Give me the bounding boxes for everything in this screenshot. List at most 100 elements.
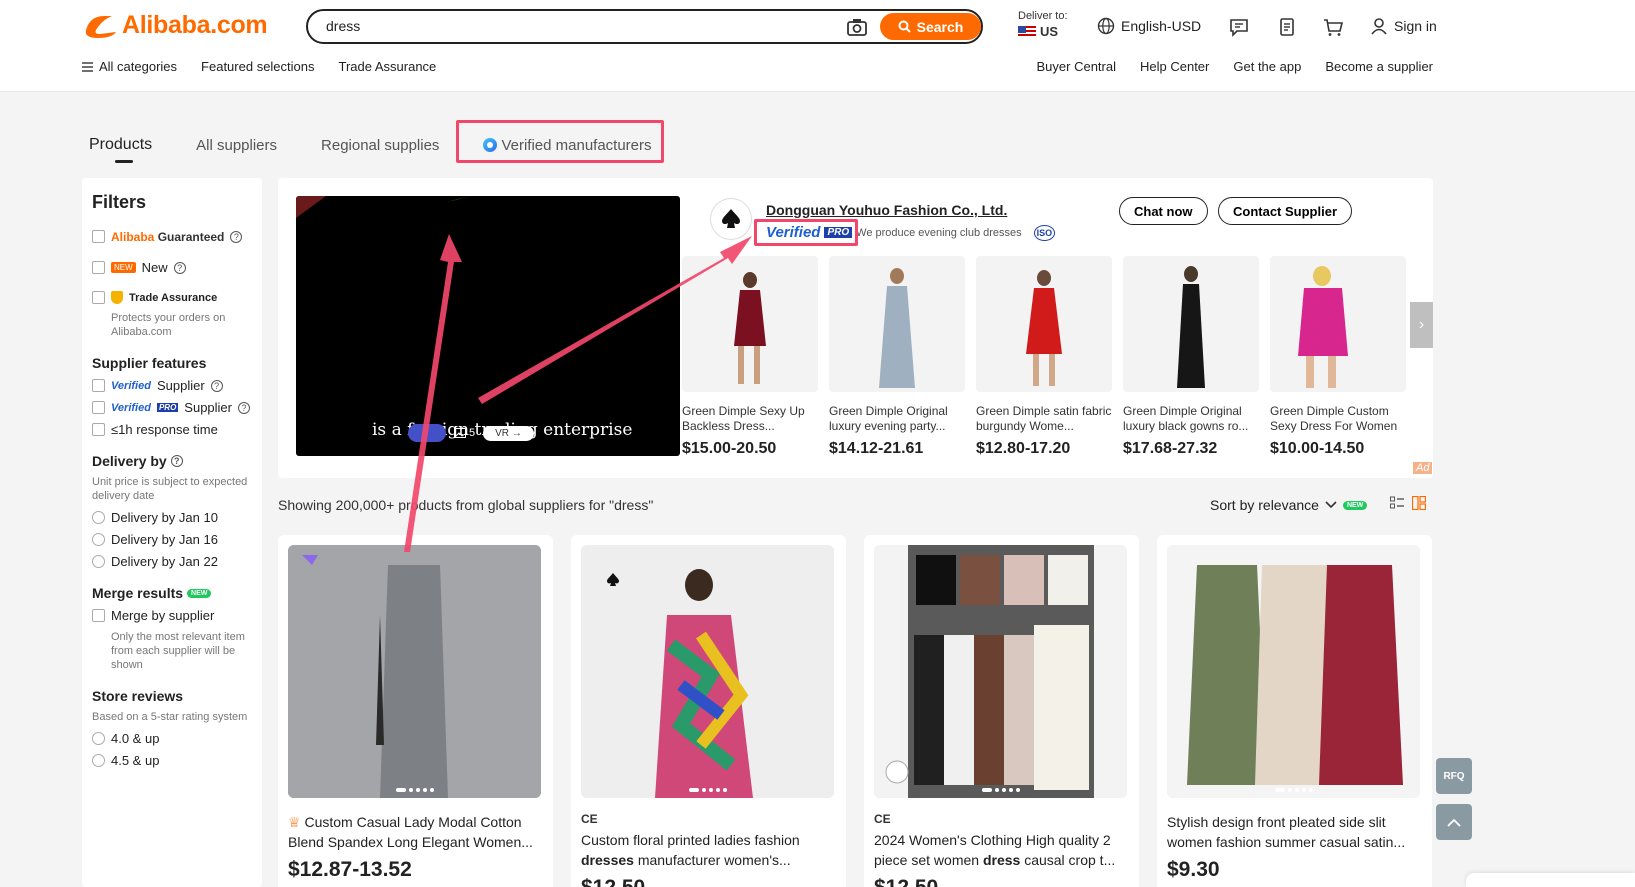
checkbox[interactable] xyxy=(92,423,105,436)
rfq-button[interactable]: RFQ xyxy=(1436,758,1472,794)
sign-in-link[interactable]: Sign in xyxy=(1370,17,1437,35)
search-button[interactable]: Search xyxy=(880,13,981,40)
radio[interactable] xyxy=(92,533,105,546)
delivery-option[interactable]: Delivery by Jan 10 xyxy=(92,510,252,525)
product-title-text: Custom Casual Lady Modal Cotton Blend Sp… xyxy=(288,814,533,850)
help-icon[interactable]: ? xyxy=(170,455,183,467)
video-frame-graphic xyxy=(296,196,471,218)
become-supplier-link[interactable]: Become a supplier xyxy=(1325,59,1433,74)
contact-supplier-button[interactable]: Contact Supplier xyxy=(1218,197,1353,225)
image-count[interactable]: 5 xyxy=(454,427,475,439)
help-center-link[interactable]: Help Center xyxy=(1140,59,1209,74)
supplier-product[interactable]: Green Dimple Sexy Up Backless Dress... $… xyxy=(682,256,818,458)
orders-icon[interactable] xyxy=(1276,16,1298,38)
filter-response-time[interactable]: ≤1h response time xyxy=(92,422,252,437)
product-image[interactable] xyxy=(1167,545,1420,798)
list-view-icon[interactable] xyxy=(1390,496,1404,510)
product-image[interactable] xyxy=(682,256,818,392)
filter-merge-by-supplier[interactable]: Merge by supplier xyxy=(92,608,252,623)
product-card[interactable]: Stylish design front pleated side slit w… xyxy=(1157,535,1432,887)
product-title-text: causal crop t... xyxy=(1020,852,1116,868)
delivery-option[interactable]: Delivery by Jan 16 xyxy=(92,532,252,547)
chat-now-button[interactable]: Chat now xyxy=(1119,197,1208,225)
filter-alibaba-guaranteed[interactable]: Alibaba Guaranteed ? xyxy=(92,229,252,244)
radio[interactable] xyxy=(92,754,105,767)
clothing-set-image-graphic xyxy=(874,545,1127,798)
language-selector[interactable]: English-USD xyxy=(1097,17,1201,35)
camera-icon[interactable] xyxy=(846,17,868,37)
product-title[interactable]: Green Dimple satin fabric burgundy Wome.… xyxy=(976,404,1112,434)
product-title[interactable]: Green Dimple Original luxury black gowns… xyxy=(1123,404,1259,434)
product-title[interactable]: Green Dimple Custom Sexy Dress For Women xyxy=(1270,404,1406,434)
checkbox[interactable] xyxy=(92,609,105,622)
supplier-logo[interactable] xyxy=(710,198,752,240)
product-image[interactable] xyxy=(288,545,541,798)
product-image[interactable] xyxy=(581,545,834,798)
dress-image-graphic xyxy=(581,545,834,798)
product-card[interactable]: CE Custom floral printed ladies fashion … xyxy=(571,535,846,887)
tab-all-suppliers[interactable]: All suppliers xyxy=(196,137,277,154)
all-categories-link[interactable]: All categories xyxy=(82,59,177,74)
search-input[interactable] xyxy=(326,18,826,34)
filter-new[interactable]: NEW New ? xyxy=(92,260,252,275)
checkbox[interactable] xyxy=(92,230,105,243)
tab-regional-supplies[interactable]: Regional supplies xyxy=(321,137,439,154)
supplier-product[interactable]: Green Dimple satin fabric burgundy Wome.… xyxy=(976,256,1112,458)
carousel-next-button[interactable]: › xyxy=(1410,302,1433,348)
product-image[interactable] xyxy=(874,545,1127,798)
product-price: $12.80-17.20 xyxy=(976,440,1071,457)
deliver-label: Deliver to: xyxy=(1018,10,1068,22)
sort-dropdown[interactable]: Sort by relevance NEW xyxy=(1210,497,1368,513)
product-image[interactable] xyxy=(976,256,1112,392)
back-to-top-button[interactable] xyxy=(1436,804,1472,840)
grid-view-icon[interactable] xyxy=(1412,496,1426,510)
radio[interactable] xyxy=(92,732,105,745)
checkbox[interactable] xyxy=(92,401,105,414)
deliver-to[interactable]: Deliver to: US xyxy=(1018,10,1068,39)
product-title[interactable]: Green Dimple Original luxury evening par… xyxy=(829,404,965,434)
product-title[interactable]: Custom floral printed ladies fashion dre… xyxy=(581,830,836,870)
product-card[interactable]: ♕ Custom Casual Lady Modal Cotton Blend … xyxy=(278,535,553,887)
product-image[interactable] xyxy=(1123,256,1259,392)
vr-button[interactable]: VR → xyxy=(483,425,534,441)
help-icon[interactable]: ? xyxy=(230,230,243,243)
product-image[interactable] xyxy=(1270,256,1406,392)
supplier-product[interactable]: Green Dimple Original luxury black gowns… xyxy=(1123,256,1259,458)
product-title[interactable]: ♕ Custom Casual Lady Modal Cotton Blend … xyxy=(288,812,543,852)
product-title[interactable]: Green Dimple Sexy Up Backless Dress... xyxy=(682,404,818,434)
featured-selections-link[interactable]: Featured selections xyxy=(201,59,314,74)
delivery-option[interactable]: Delivery by Jan 22 xyxy=(92,554,252,569)
help-icon[interactable]: ? xyxy=(173,261,186,274)
trade-assurance-link[interactable]: Trade Assurance xyxy=(339,59,437,74)
buyer-central-link[interactable]: Buyer Central xyxy=(1037,59,1116,74)
filter-verified-pro-supplier[interactable]: Verified PRO Supplier ? xyxy=(92,400,252,415)
help-icon[interactable]: ? xyxy=(210,379,223,392)
product-title[interactable]: Stylish design front pleated side slit w… xyxy=(1167,812,1422,852)
checkbox[interactable] xyxy=(92,291,105,304)
supplier-product[interactable]: Green Dimple Original luxury evening par… xyxy=(829,256,965,458)
rating-option[interactable]: 4.0 & up xyxy=(92,731,252,746)
filter-verified-supplier[interactable]: Verified Supplier ? xyxy=(92,378,252,393)
checkbox[interactable] xyxy=(92,261,105,274)
help-icon[interactable]: ? xyxy=(238,401,250,414)
radio[interactable] xyxy=(92,555,105,568)
product-title[interactable]: 2024 Women's Clothing High quality 2 pie… xyxy=(874,830,1129,870)
cart-icon[interactable] xyxy=(1322,16,1344,38)
supplier-product[interactable]: Green Dimple Custom Sexy Dress For Women… xyxy=(1270,256,1406,458)
trade-assurance-label: Trade Assurance xyxy=(129,291,218,304)
rating-option[interactable]: 4.5 & up xyxy=(92,753,252,768)
filter-trade-assurance[interactable]: Trade Assurance xyxy=(92,291,252,304)
message-icon[interactable] xyxy=(1228,16,1250,38)
get-the-app-link[interactable]: Get the app xyxy=(1233,59,1301,74)
supplier-video[interactable]: is a foreign trading enterprise 5 VR → xyxy=(296,196,680,456)
tab-products[interactable]: Products xyxy=(89,136,152,163)
radio[interactable] xyxy=(92,511,105,524)
pro-badge: PRO xyxy=(156,403,179,412)
product-image[interactable] xyxy=(829,256,965,392)
checkbox[interactable] xyxy=(92,379,105,392)
product-card[interactable]: CE 2024 Women's Clothing High quality 2 … xyxy=(864,535,1139,887)
trade-assurance-icon xyxy=(111,291,123,304)
supplier-name-link[interactable]: Dongguan Youhuo Fashion Co., Ltd. xyxy=(766,202,1007,218)
video-play-icon[interactable] xyxy=(408,424,446,442)
alibaba-logo[interactable]: Alibaba.com xyxy=(82,10,268,40)
